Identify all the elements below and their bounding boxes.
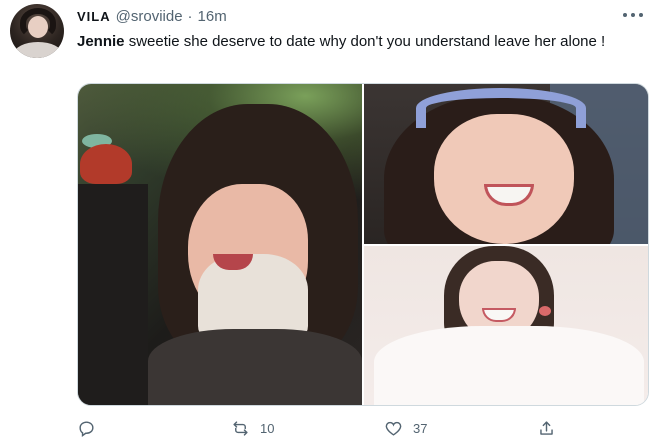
- more-dot: [631, 13, 635, 17]
- tweet-body: sweetie she deserve to date why don't yo…: [124, 33, 606, 50]
- like-count: 37: [413, 420, 428, 436]
- reply-button[interactable]: [77, 416, 106, 440]
- photo-bow: [539, 306, 551, 316]
- share-button[interactable]: [537, 416, 566, 440]
- more-dot: [623, 13, 627, 17]
- retweet-button[interactable]: 10: [231, 416, 274, 440]
- reply-icon: [79, 420, 94, 437]
- avatar-face: [28, 16, 48, 38]
- photo-coat: [148, 329, 362, 405]
- tweet-timestamp[interactable]: 16m: [198, 8, 227, 25]
- author-handle[interactable]: @sroviide: [116, 8, 183, 25]
- action-bar: 10 37: [77, 416, 649, 440]
- tweet-text: Jennie sweetie she deserve to date why d…: [77, 31, 637, 53]
- like-button[interactable]: 37: [384, 416, 427, 440]
- share-icon: [540, 420, 553, 435]
- mention-link[interactable]: Jennie: [77, 33, 125, 50]
- media-image-3[interactable]: [364, 246, 648, 405]
- more-options-icon[interactable]: [623, 12, 643, 18]
- media-image-1[interactable]: [78, 84, 362, 405]
- media-grid: [77, 83, 649, 406]
- retweet-count: 10: [260, 420, 275, 436]
- retweet-icon: [233, 420, 248, 436]
- avatar[interactable]: [10, 4, 64, 58]
- avatar-shoulder: [14, 42, 62, 58]
- photo-hat: [80, 144, 132, 184]
- author-name[interactable]: VILA: [77, 9, 111, 24]
- heart-icon: [385, 421, 402, 436]
- tweet[interactable]: VILA @sroviide · 16m Jennie sweetie she …: [0, 0, 665, 445]
- photo-headband: [416, 88, 586, 128]
- photo-shirt: [374, 326, 644, 405]
- photo-background-person: [78, 184, 148, 405]
- header-separator: ·: [187, 7, 193, 25]
- photo-face: [434, 114, 574, 244]
- media-image-2[interactable]: [364, 84, 648, 244]
- tweet-header: VILA @sroviide · 16m: [77, 6, 227, 26]
- more-dot: [639, 13, 643, 17]
